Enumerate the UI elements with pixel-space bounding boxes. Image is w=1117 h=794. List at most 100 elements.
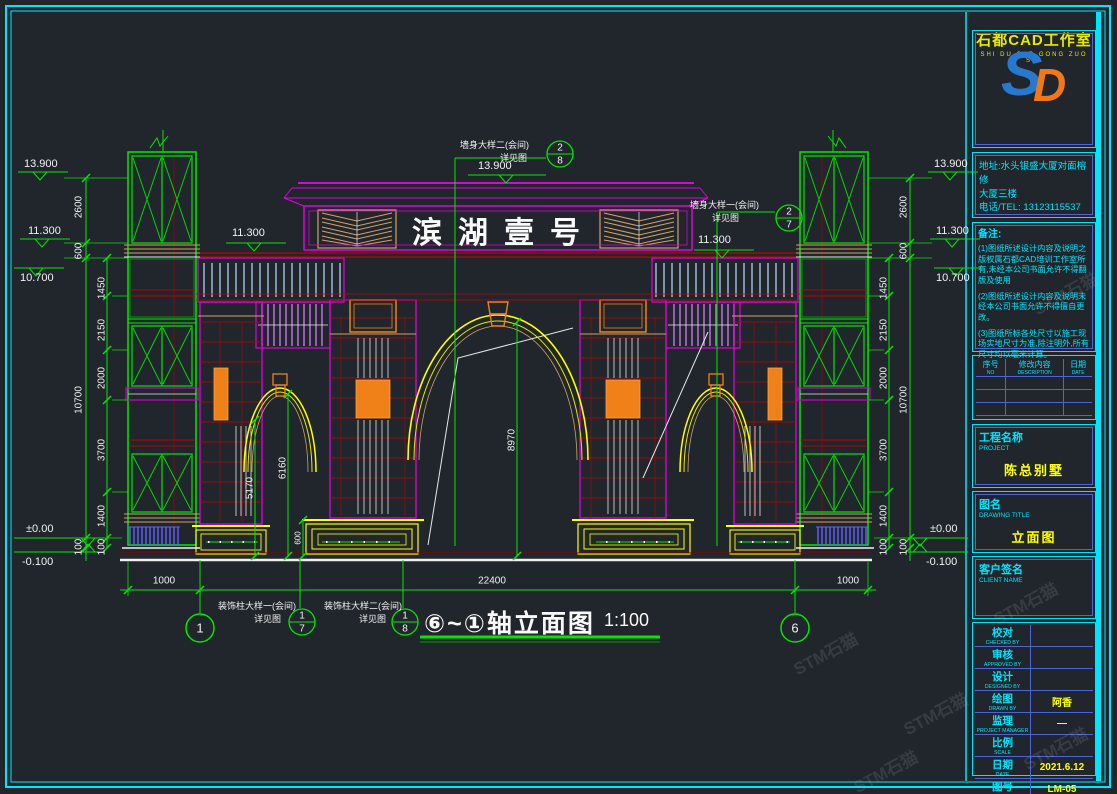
level-label: 11.300 xyxy=(232,227,265,239)
field-label: 设计DESIGNED BY xyxy=(975,669,1031,691)
rev-cell xyxy=(1006,403,1064,416)
dim-label: 2000 xyxy=(879,367,890,389)
detail-bubble-number: 8 xyxy=(557,156,563,167)
level-label: 13.900 xyxy=(24,158,58,170)
dim-label: 2600 xyxy=(74,196,85,218)
drawing-canvas[interactable] xyxy=(0,0,1117,794)
logo-box: S D 石都CAD工作室 SHI DU CAD GONG ZUO SHI xyxy=(972,30,1096,148)
client-label-zh: 客户签名 xyxy=(973,557,1095,577)
field-zh: 绘图 xyxy=(992,691,1013,706)
glass-tower-right xyxy=(796,130,872,546)
rev-cell xyxy=(1064,377,1092,390)
callout-text: 详见图 xyxy=(254,612,281,625)
level-label: 10.700 xyxy=(20,272,54,284)
rev-cell xyxy=(1006,390,1064,403)
dim-label: 600 xyxy=(294,531,303,544)
level-label: ±0.00 xyxy=(930,523,957,535)
field-zh: 比例 xyxy=(992,735,1013,750)
drawing-title-value: 立面图 xyxy=(973,527,1095,546)
dim-label: 2000 xyxy=(97,367,108,389)
dim-label: 1400 xyxy=(97,505,108,527)
project-label-zh: 工程名称 xyxy=(973,425,1095,445)
field-en: APPROVED BY xyxy=(984,662,1021,668)
rev-cell xyxy=(1064,403,1092,416)
dim-label: 2150 xyxy=(879,319,890,341)
dim-label: 600 xyxy=(74,243,85,260)
field-en: CHECKED BY xyxy=(986,640,1020,646)
logo-letter-d: D xyxy=(1033,59,1066,109)
field-value xyxy=(1031,669,1093,691)
project-box: 工程名称 PROJECT 陈总别墅 xyxy=(972,424,1096,488)
rev-header-no: 序号 NO xyxy=(976,359,1006,377)
detail-bubble-number: 7 xyxy=(786,220,792,231)
dim-label: 2600 xyxy=(899,196,910,218)
dim-label: 100 xyxy=(899,539,910,556)
field-value: LM-05 xyxy=(1031,779,1093,794)
field-label: 绘图DRAWN BY xyxy=(975,691,1031,713)
sheet-frame xyxy=(6,6,1110,787)
rev-cell xyxy=(976,390,1006,403)
drawing-title-label-zh: 图名 xyxy=(973,492,1095,512)
dim-label: 1000 xyxy=(837,576,859,587)
rev-cell xyxy=(1006,377,1064,390)
view-title: ⑥~①轴立面图 xyxy=(424,604,595,640)
detail-bubble-number: 8 xyxy=(402,624,408,635)
field-zh: 图号 xyxy=(992,779,1013,794)
revision-table: 序号 NO 修改内容 DESCRIPTION 日期 DATE xyxy=(972,355,1096,420)
level-label: 11.300 xyxy=(698,234,731,246)
rev-header-zh: 修改内容 xyxy=(1019,359,1051,370)
rev-header-date: 日期 DATE xyxy=(1064,359,1092,377)
studio-logo: S D xyxy=(973,31,1095,109)
dim-label: 1450 xyxy=(879,277,890,299)
view-scale: 1:100 xyxy=(604,610,649,631)
drawing-title-box: 图名 DRAWING TITLE 立面图 xyxy=(972,491,1096,553)
field-en: DESIGNED BY xyxy=(985,684,1020,690)
field-label: 审核APPROVED BY xyxy=(975,647,1031,669)
detail-bubble-number: 1 xyxy=(402,611,408,622)
dim-label: 6160 xyxy=(278,457,289,479)
field-en: PROJECT MANAGER xyxy=(977,728,1029,734)
level-label: -0.100 xyxy=(22,556,53,568)
level-label: 10.700 xyxy=(936,272,970,284)
field-en: SCALE xyxy=(994,750,1011,756)
dim-label: 10700 xyxy=(899,386,910,414)
gate-right-half xyxy=(572,210,804,554)
field-zh: 审核 xyxy=(992,647,1013,662)
notes-title: 备注: xyxy=(978,228,1090,241)
level-label: 13.900 xyxy=(934,158,968,170)
project-name: 陈总别墅 xyxy=(973,460,1095,479)
dim-label: 100 xyxy=(97,539,108,556)
address-line2: 大厦三楼 xyxy=(979,188,1089,202)
field-zh: 设计 xyxy=(992,669,1013,684)
field-value: 阿香 xyxy=(1031,691,1093,713)
dim-label: 22400 xyxy=(478,576,506,587)
level-label: -0.100 xyxy=(926,556,957,568)
dim-label: 3700 xyxy=(879,439,890,461)
level-label: ±0.00 xyxy=(26,523,53,535)
rev-header-zh: 序号 xyxy=(983,359,999,370)
address-box: 地址:水头银盛大厦对面榕修 大厦三楼 电话/TEL: 13123115537 xyxy=(972,152,1096,218)
level-label: 11.300 xyxy=(28,225,61,237)
callout-text: 详见图 xyxy=(712,211,739,224)
field-en: DATE xyxy=(996,772,1009,778)
rev-header-en: DATE xyxy=(1072,370,1085,376)
level-label: 11.300 xyxy=(936,225,969,237)
gate-sign-text: 滨湖壹号 xyxy=(412,208,596,252)
field-zh: 日期 xyxy=(992,757,1013,772)
rev-cell xyxy=(976,377,1006,390)
dim-label: 1400 xyxy=(879,505,890,527)
rev-cell xyxy=(1064,390,1092,403)
dim-label: 5170 xyxy=(245,477,256,499)
axis-bubble-6: 6 xyxy=(791,621,798,636)
field-value xyxy=(1031,647,1093,669)
detail-bubble-number: 7 xyxy=(299,624,305,635)
rev-header-description: 修改内容 DESCRIPTION xyxy=(1006,359,1064,377)
rev-cell xyxy=(976,403,1006,416)
field-label: 监理PROJECT MANAGER xyxy=(975,713,1031,735)
drawing-title-label-en: DRAWING TITLE xyxy=(973,512,1095,519)
callout-text: 墙身大样一(会间) xyxy=(690,198,759,211)
field-zh: 监理 xyxy=(992,713,1013,728)
dim-label: 3700 xyxy=(97,439,108,461)
callout-text: 墙身大样二(会间) xyxy=(460,138,529,151)
dim-label: 10700 xyxy=(74,386,85,414)
